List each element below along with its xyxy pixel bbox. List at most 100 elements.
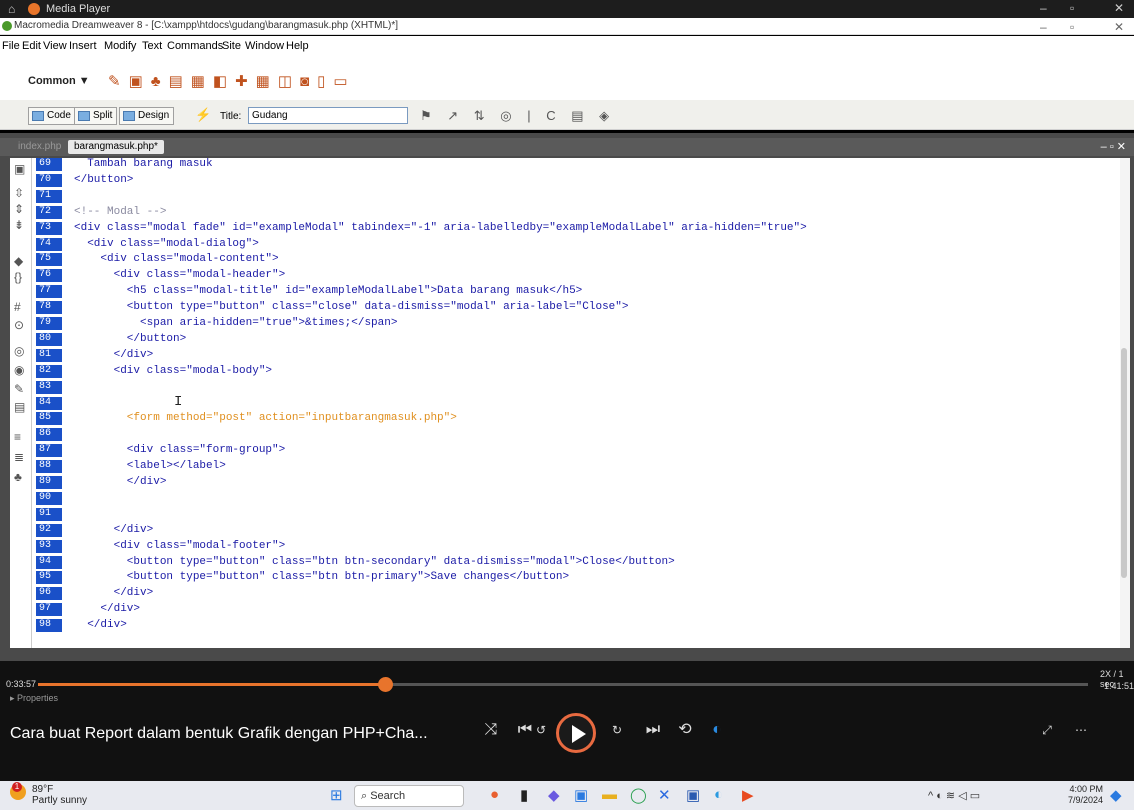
app-icon-1[interactable]: ●	[490, 786, 499, 803]
code-line[interactable]: <div class="modal-content">	[74, 253, 278, 266]
rewind-10-icon[interactable]: ↺	[524, 713, 558, 747]
shuffle-icon[interactable]: ⤨	[474, 713, 508, 747]
code-line[interactable]: </button>	[74, 174, 133, 187]
menu-file[interactable]: File	[2, 40, 20, 52]
repeat-icon[interactable]: ⟲	[668, 713, 702, 747]
menu-window[interactable]: Window	[245, 40, 284, 52]
vertical-scrollbar[interactable]	[1120, 158, 1130, 648]
edge-icon[interactable]: ◐	[714, 786, 723, 803]
weather-widget[interactable]: 89°F Partly sunny	[32, 784, 87, 806]
split-view-button[interactable]: Split	[74, 107, 118, 125]
live-view-icon[interactable]: ⚡	[195, 107, 217, 123]
expand-all-icon[interactable]: ⇟	[14, 218, 24, 232]
code-line[interactable]: <button type="button" class="close" data…	[74, 301, 629, 314]
open-documents-icon[interactable]: ▣	[14, 162, 25, 176]
code-line[interactable]: <div class="modal fade" id="exampleModal…	[74, 222, 807, 235]
system-tray-icons[interactable]: ^ ◐ ≋ ◁ ▭	[928, 789, 980, 802]
code-line[interactable]: </div>	[74, 476, 167, 489]
media-player-taskbar-icon[interactable]: ▶	[742, 786, 754, 804]
start-icon[interactable]: ⊞	[330, 786, 343, 804]
seek-bar[interactable]	[38, 683, 1088, 686]
code-line[interactable]: <div class="modal-dialog">	[74, 238, 259, 251]
menu-edit[interactable]: Edit	[22, 40, 41, 52]
seek-knob[interactable]	[377, 677, 393, 692]
code-line[interactable]: <div class="modal-footer">	[74, 540, 286, 553]
recent-snippets-icon[interactable]: ▤	[14, 400, 25, 414]
apply-comment-icon[interactable]: ◎	[14, 344, 24, 358]
maximize-icon[interactable]: ▫	[1070, 1, 1074, 15]
code-line[interactable]: </div>	[74, 619, 127, 632]
remove-comment-icon[interactable]: ◉	[14, 363, 24, 377]
menu-text[interactable]: Text	[142, 40, 162, 52]
taskbar-search[interactable]: ⌕ Search	[354, 785, 464, 807]
forward-30-icon[interactable]: ↻	[600, 713, 634, 747]
outlook-icon[interactable]: ▣	[574, 786, 588, 804]
code-line[interactable]: <div class="form-group">	[74, 444, 285, 457]
code-view-button[interactable]: Code	[28, 107, 76, 125]
teams-icon[interactable]: ◆	[548, 786, 560, 804]
tab-index-php[interactable]: index.php	[12, 140, 67, 154]
menu-commands[interactable]: Commands	[167, 40, 223, 52]
notification-icon[interactable]: ◆	[1110, 786, 1122, 804]
panel-controls-icon[interactable]: – ▫ ✕	[1101, 140, 1126, 153]
line-numbers-icon[interactable]: #	[14, 300, 21, 314]
collapse-selection-icon[interactable]: ⇕	[14, 202, 24, 216]
code-line[interactable]: <button type="button" class="btn btn-sec…	[74, 556, 675, 569]
more-options-icon[interactable]: ⋯	[1064, 713, 1098, 747]
app-close-icon[interactable]: ✕	[1114, 20, 1124, 34]
code-line[interactable]: <span aria-hidden="true">&times;</span>	[74, 317, 397, 330]
code-line[interactable]: <div class="modal-body">	[74, 365, 272, 378]
balance-braces-icon[interactable]: {}	[14, 270, 22, 284]
scrollbar-thumb[interactable]	[1121, 348, 1127, 578]
select-parent-icon[interactable]: ◆	[14, 254, 23, 268]
design-view-button[interactable]: Design	[119, 107, 175, 125]
category-dropdown[interactable]: Common ▼	[28, 75, 90, 87]
code-line[interactable]: <h5 class="modal-title" id="exampleModal…	[74, 285, 583, 298]
menu-site[interactable]: Site	[222, 40, 241, 52]
word-icon[interactable]: ▣	[686, 786, 700, 804]
outdent-icon[interactable]: ≣	[14, 450, 24, 464]
app-maximize-icon[interactable]: ▫	[1070, 20, 1074, 34]
code-line[interactable]: Tambah barang masuk	[74, 158, 212, 171]
edge-taskbar-icon[interactable]: ◐	[700, 713, 734, 747]
tab-barangmasuk-php[interactable]: barangmasuk.php*	[68, 140, 164, 154]
code-line[interactable]: <button type="button" class="btn btn-pri…	[74, 571, 569, 584]
code-line[interactable]: <!-- Modal -->	[74, 206, 166, 219]
app-minimize-icon[interactable]: –	[1040, 20, 1047, 34]
close-icon[interactable]: ✕	[1114, 1, 1124, 15]
menu-help[interactable]: Help	[286, 40, 309, 52]
play-button[interactable]	[556, 713, 596, 753]
home-icon[interactable]: ⌂	[8, 2, 15, 16]
minimize-icon[interactable]: –	[1040, 1, 1047, 15]
doc-toolbar-icons[interactable]: ⚑ ↗ ⇅ ◎ | C ▤ ◈	[420, 108, 615, 124]
properties-panel-toggle[interactable]: ▸ Properties	[10, 693, 58, 704]
menu-view[interactable]: View	[43, 40, 67, 52]
whatsapp-icon[interactable]: ◯	[630, 786, 647, 804]
menu-modify[interactable]: Modify	[104, 40, 136, 52]
task-view-icon[interactable]: ▮	[520, 786, 528, 804]
code-editor[interactable]: I Tambah barang masuk </button> <!-- Modal…	[68, 158, 1130, 648]
code-line[interactable]: <label></label>	[74, 460, 226, 473]
format-source-icon[interactable]: ♣	[14, 470, 22, 484]
indent-icon[interactable]: ≡	[14, 430, 21, 444]
menu-insert[interactable]: Insert	[69, 40, 97, 52]
total-time: 1:41:51	[1104, 681, 1134, 691]
collapse-tag-icon[interactable]: ⇳	[14, 186, 24, 200]
vscode-icon[interactable]: ✕	[658, 786, 671, 804]
file-explorer-icon[interactable]: ▬	[602, 786, 617, 803]
code-line[interactable]: </div>	[74, 587, 154, 600]
code-line[interactable]: </div>	[74, 524, 154, 537]
code-line[interactable]: </button>	[74, 333, 186, 346]
code-line[interactable]: <div class="modal-header">	[74, 269, 286, 282]
wrap-tag-icon[interactable]: ✎	[14, 382, 24, 396]
line-number: 81	[36, 348, 62, 362]
code-line[interactable]: </div>	[74, 603, 140, 616]
insert-icons[interactable]: ✎▣♣▤▦◧✚▦◫◙▯▭	[108, 72, 356, 90]
code-line[interactable]: </div>	[74, 349, 154, 362]
taskbar-clock[interactable]: 4:00 PM 7/9/2024	[1068, 784, 1103, 806]
next-icon[interactable]: ⏭	[636, 713, 670, 747]
highlight-invalid-icon[interactable]: ⊙	[14, 318, 24, 332]
title-input[interactable]: Gudang	[248, 107, 408, 124]
fullscreen-icon[interactable]: ⤢	[1030, 713, 1064, 747]
code-line[interactable]: <form method="post" action="inputbarangm…	[74, 412, 457, 425]
